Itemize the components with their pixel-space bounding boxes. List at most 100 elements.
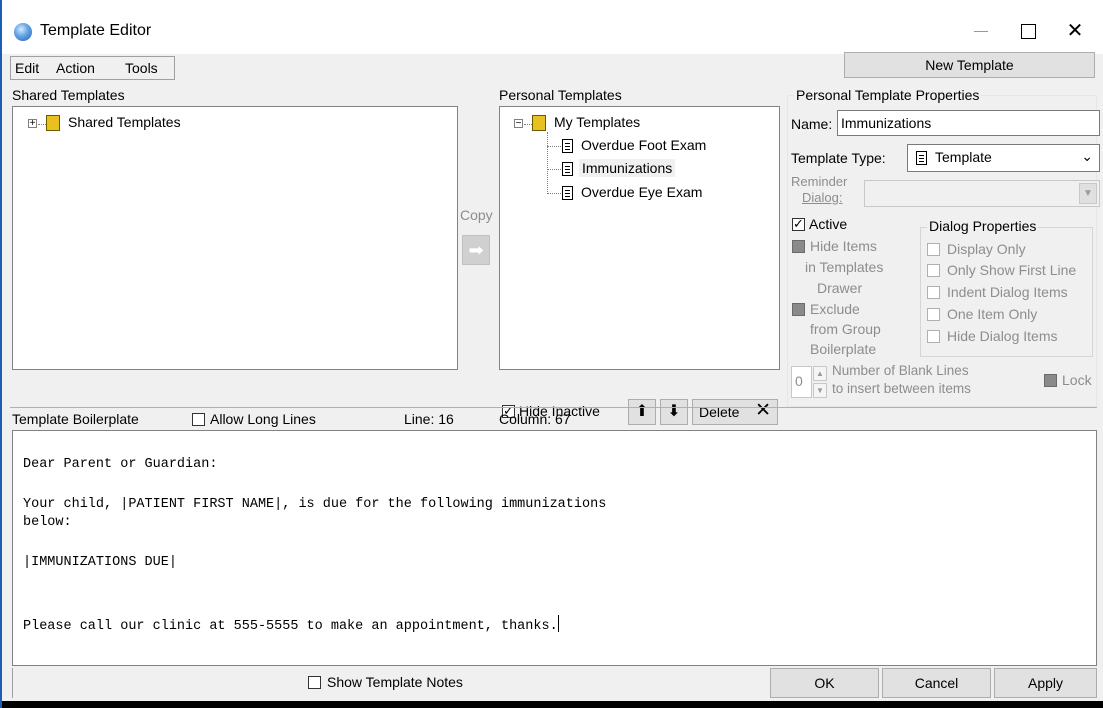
line-status: Line: 16 (404, 411, 454, 427)
shared-templates-header: Shared Templates (12, 87, 125, 103)
shared-expander-icon[interactable]: + (28, 119, 37, 129)
move-down-button[interactable]: ⬇ (660, 399, 688, 425)
template-item-overdue-eye-exam[interactable]: Overdue Eye Exam (581, 184, 702, 200)
template-doc-icon (562, 139, 573, 153)
delete-x-icon: ✕ (755, 400, 771, 421)
checkmark-icon: ✓ (793, 216, 804, 231)
reminder-dialog-label-1: Reminder (791, 174, 848, 189)
lock-checkbox[interactable] (1044, 374, 1057, 387)
cancel-button[interactable]: Cancel (882, 668, 991, 698)
template-doc-icon (916, 151, 927, 165)
hide-items-label-2: in Templates (805, 259, 884, 275)
boilerplate-line-last: Please call our clinic at 555-5555 to ma… (23, 615, 559, 634)
hide-items-checkbox[interactable] (792, 240, 805, 253)
divider (10, 407, 1097, 408)
spin-up-icon[interactable]: ▲ (813, 366, 827, 381)
one-item-only-checkbox[interactable] (927, 308, 940, 321)
chevron-down-icon: ⌄ (1081, 148, 1093, 164)
template-type-label: Template Type: (791, 150, 886, 166)
template-item-overdue-foot-exam[interactable]: Overdue Foot Exam (581, 137, 706, 153)
arrow-right-icon: ➡ (468, 240, 484, 260)
apply-button[interactable]: Apply (994, 668, 1097, 698)
exclude-label-3: Boilerplate (810, 341, 877, 357)
indent-dialog-items-label: Indent Dialog Items (947, 284, 1068, 300)
dropdown-arrow-icon: ▼ (1079, 183, 1097, 204)
tree-connector (547, 193, 561, 194)
template-editor-window: Template Editor ✕ Edit Action Tools New … (0, 0, 1103, 708)
blank-lines-label-1: Number of Blank Lines (832, 363, 969, 378)
show-template-notes-label: Show Template Notes (327, 674, 463, 690)
template-type-value: Template (935, 149, 992, 165)
menu-bar: Edit Action Tools (10, 56, 175, 80)
name-input[interactable]: Immunizations (837, 110, 1100, 136)
column-status: Column: 67 (499, 411, 571, 427)
menu-edit[interactable]: Edit (15, 60, 39, 76)
boilerplate-line: Dear Parent or Guardian: (23, 457, 218, 472)
window-title: Template Editor (40, 22, 152, 39)
shared-templates-node[interactable]: Shared Templates (68, 114, 181, 130)
reminder-dialog-label-2: Dialog: (802, 190, 843, 205)
hide-items-label-1: Hide Items (810, 238, 877, 254)
tree-connector (547, 169, 561, 170)
boilerplate-last-text: Please call our clinic at 555-5555 to ma… (23, 619, 558, 634)
tree-connector (524, 124, 532, 125)
personal-templates-tree[interactable]: − My Templates Overdue Foot Exam Immuniz… (499, 106, 780, 370)
menu-tools[interactable]: Tools (125, 60, 158, 76)
my-templates-folder-icon (532, 115, 546, 131)
exclude-checkbox[interactable] (792, 303, 805, 316)
template-item-immunizations[interactable]: Immunizations (579, 159, 676, 177)
menu-action[interactable]: Action (56, 60, 95, 76)
hide-items-label-3: Drawer (817, 280, 863, 296)
dialog-properties-title: Dialog Properties (927, 218, 1039, 234)
only-show-first-line-checkbox[interactable] (927, 264, 940, 277)
boilerplate-label: Template Boilerplate (12, 411, 139, 427)
bottom-edge (2, 701, 1103, 708)
tree-connector (547, 146, 561, 147)
copy-button[interactable]: ➡ (462, 235, 490, 265)
only-show-first-line-label: Only Show First Line (947, 262, 1077, 278)
new-template-button[interactable]: New Template (844, 52, 1095, 78)
tree-connector (547, 132, 548, 194)
divider (12, 668, 13, 698)
close-icon: ✕ (1066, 20, 1084, 42)
maximize-button[interactable] (1005, 14, 1051, 48)
exclude-label-1: Exclude (810, 301, 860, 317)
show-template-notes-checkbox[interactable] (308, 676, 321, 689)
indent-dialog-items-checkbox[interactable] (927, 286, 940, 299)
move-up-button[interactable]: ⬆ (628, 399, 656, 425)
blank-lines-input[interactable]: 0 (791, 366, 812, 398)
arrow-up-icon: ⬆ (635, 403, 649, 420)
name-label: Name: (791, 116, 833, 132)
blank-lines-label-2: to insert between items (832, 381, 971, 396)
boilerplate-line: Your child, |PATIENT FIRST NAME|, is due… (23, 497, 607, 512)
lock-label: Lock (1062, 372, 1092, 388)
reminder-dialog-select[interactable]: ▼ (864, 180, 1100, 207)
display-only-checkbox[interactable] (927, 243, 940, 256)
boilerplate-textarea[interactable]: Dear Parent or Guardian: Your child, |PA… (12, 430, 1097, 666)
maximize-icon (1020, 24, 1036, 40)
template-doc-icon (562, 162, 573, 176)
spin-down-icon[interactable]: ▼ (813, 383, 827, 398)
delete-button[interactable]: Delete ✕ (692, 399, 778, 425)
shared-templates-tree[interactable]: + Shared Templates (12, 106, 458, 370)
template-doc-icon (562, 186, 573, 200)
minimize-icon (974, 31, 988, 33)
allow-long-lines-checkbox[interactable] (192, 413, 205, 426)
minimize-button[interactable] (958, 14, 1004, 48)
active-checkbox[interactable]: ✓ (792, 216, 805, 231)
my-templates-expander-icon[interactable]: − (514, 119, 523, 129)
ok-button[interactable]: OK (770, 668, 879, 698)
template-type-select[interactable]: Template ⌄ (907, 144, 1100, 172)
app-icon (14, 23, 32, 41)
arrow-down-icon: ⬇ (667, 403, 681, 420)
text-cursor (557, 615, 559, 632)
hide-dialog-items-checkbox[interactable] (927, 330, 940, 343)
display-only-label: Display Only (947, 241, 1026, 257)
close-button[interactable]: ✕ (1052, 14, 1098, 48)
blank-lines-spinner[interactable]: ▲ ▼ (813, 366, 827, 398)
exclude-label-2: from Group (810, 321, 881, 337)
copy-label: Copy (460, 207, 493, 223)
tree-connector (38, 124, 46, 125)
my-templates-node[interactable]: My Templates (554, 114, 640, 130)
title-bar: Template Editor ✕ (2, 0, 1103, 54)
